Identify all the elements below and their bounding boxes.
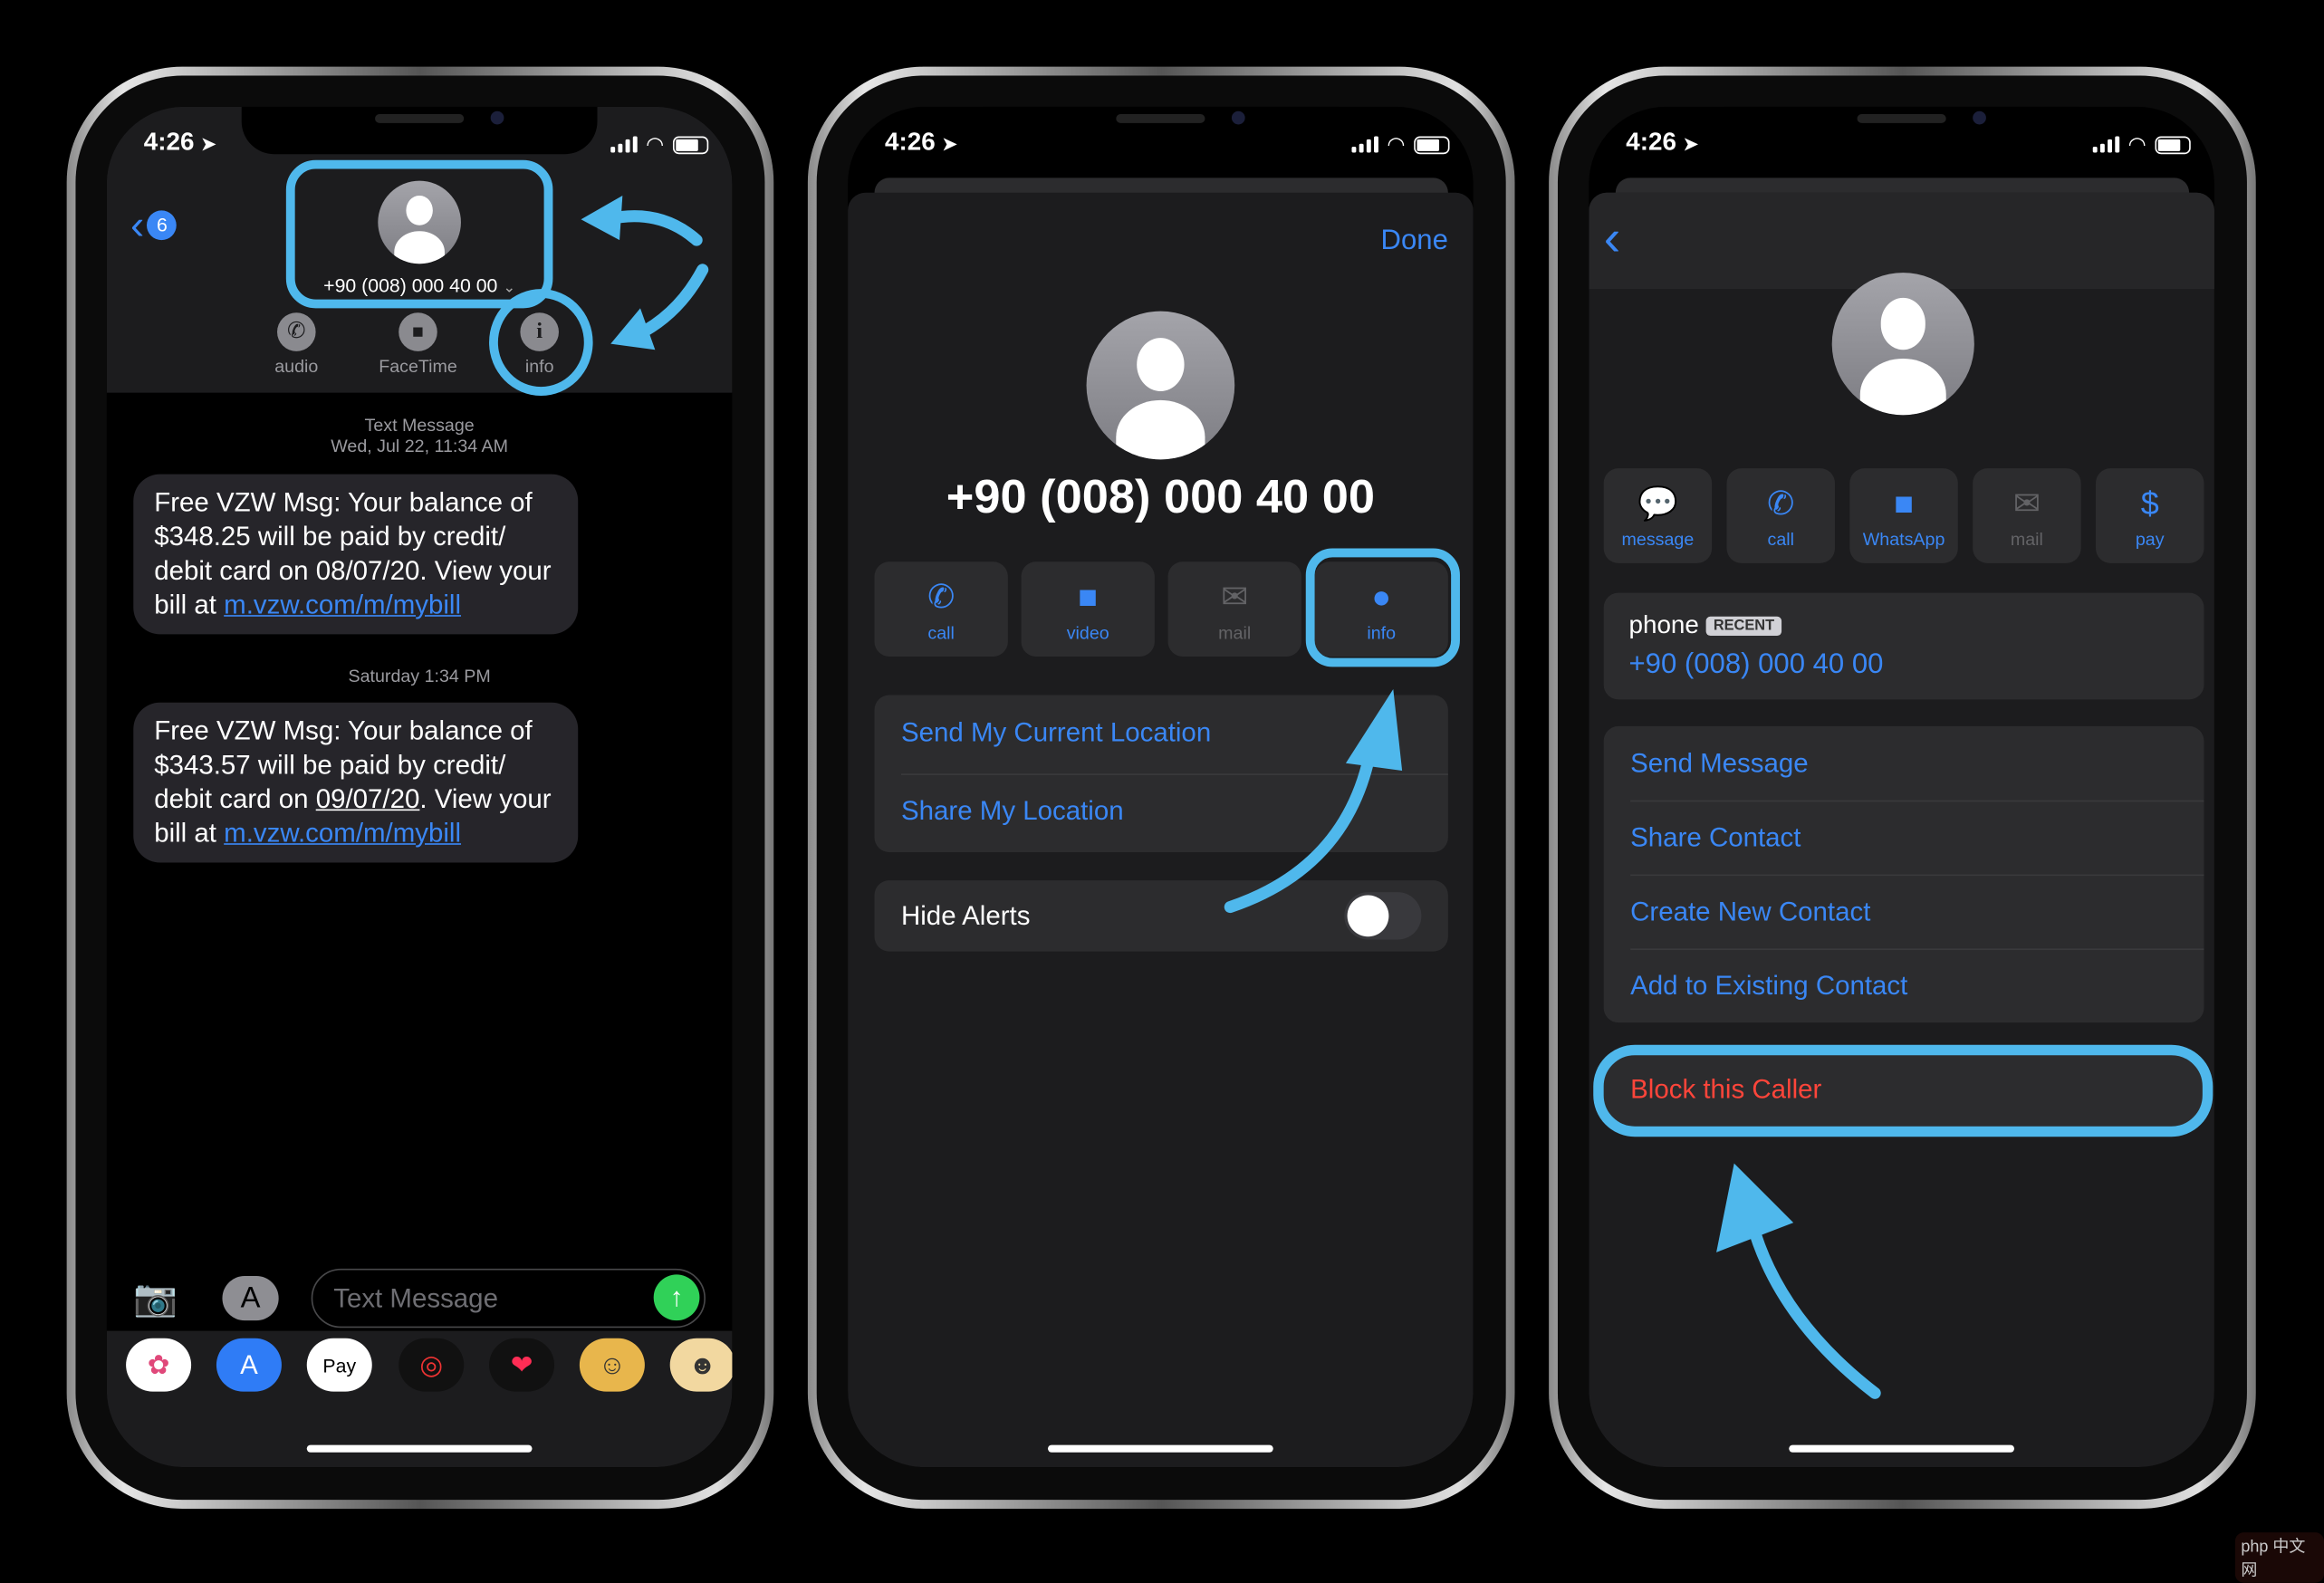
arrow-head [1345,688,1403,771]
annotation-arrows [581,196,1881,1399]
arrow-to-block [1745,1216,1881,1399]
arrow-curve-down [631,264,709,341]
arrow-to-info [1224,742,1378,914]
arrow-curve-up [601,210,703,246]
arrow-head [581,196,623,241]
